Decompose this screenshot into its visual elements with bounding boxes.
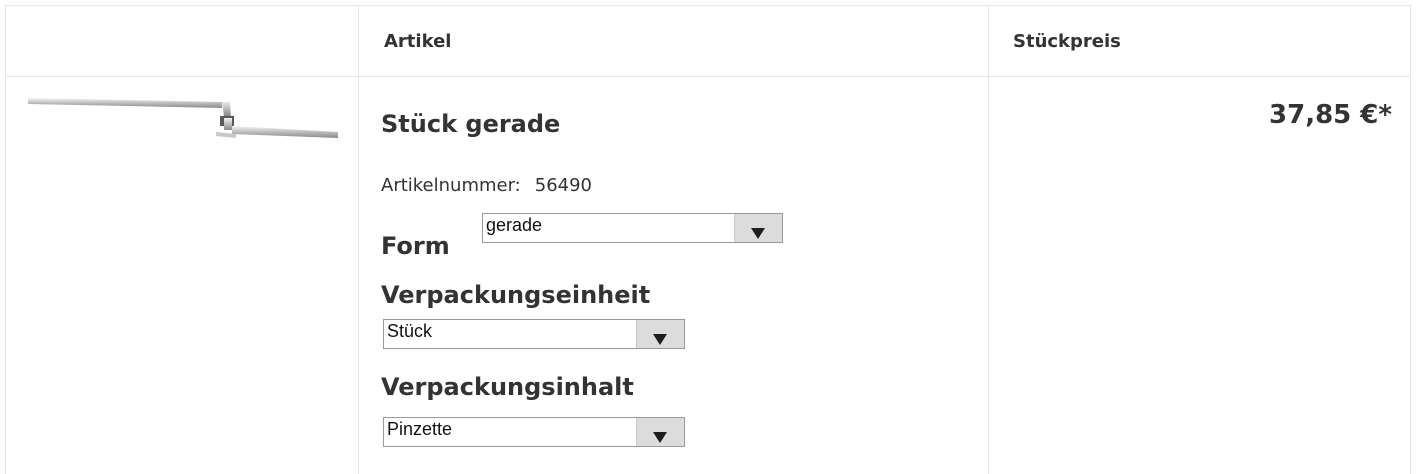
chevron-down-icon xyxy=(653,334,667,345)
article-number-row: Artikelnummer: 56490 xyxy=(381,175,592,196)
chevron-down-icon xyxy=(751,228,765,239)
packaging-unit-select-button[interactable] xyxy=(636,320,684,348)
form-label: Form xyxy=(381,232,450,260)
packaging-content-select[interactable]: Pinzette xyxy=(383,417,685,447)
packaging-content-select-button[interactable] xyxy=(636,418,684,446)
unit-price: 37,85 €* xyxy=(1269,100,1392,130)
form-select[interactable]: gerade xyxy=(482,213,783,243)
form-select-button[interactable] xyxy=(734,214,782,242)
packaging-content-select-value: Pinzette xyxy=(387,419,453,439)
cart-table: Artikel Stückpreis Stück gerade Artikeln… xyxy=(5,5,1411,474)
tweezers-product-image[interactable] xyxy=(26,94,346,154)
packaging-content-label: Verpackungsinhalt xyxy=(381,373,634,401)
packaging-unit-select-value: Stück xyxy=(387,321,433,341)
form-select-value: gerade xyxy=(486,215,543,235)
header-divider xyxy=(6,76,1410,77)
packaging-unit-label: Verpackungseinheit xyxy=(381,281,651,309)
header-unit-price: Stückpreis xyxy=(1013,31,1121,52)
header-article: Artikel xyxy=(384,31,452,52)
product-name[interactable]: Stück gerade xyxy=(381,110,560,138)
chevron-down-icon xyxy=(653,432,667,443)
article-number-label: Artikelnummer: xyxy=(381,175,521,196)
packaging-unit-select[interactable]: Stück xyxy=(383,319,685,349)
article-number-value: 56490 xyxy=(534,175,593,196)
